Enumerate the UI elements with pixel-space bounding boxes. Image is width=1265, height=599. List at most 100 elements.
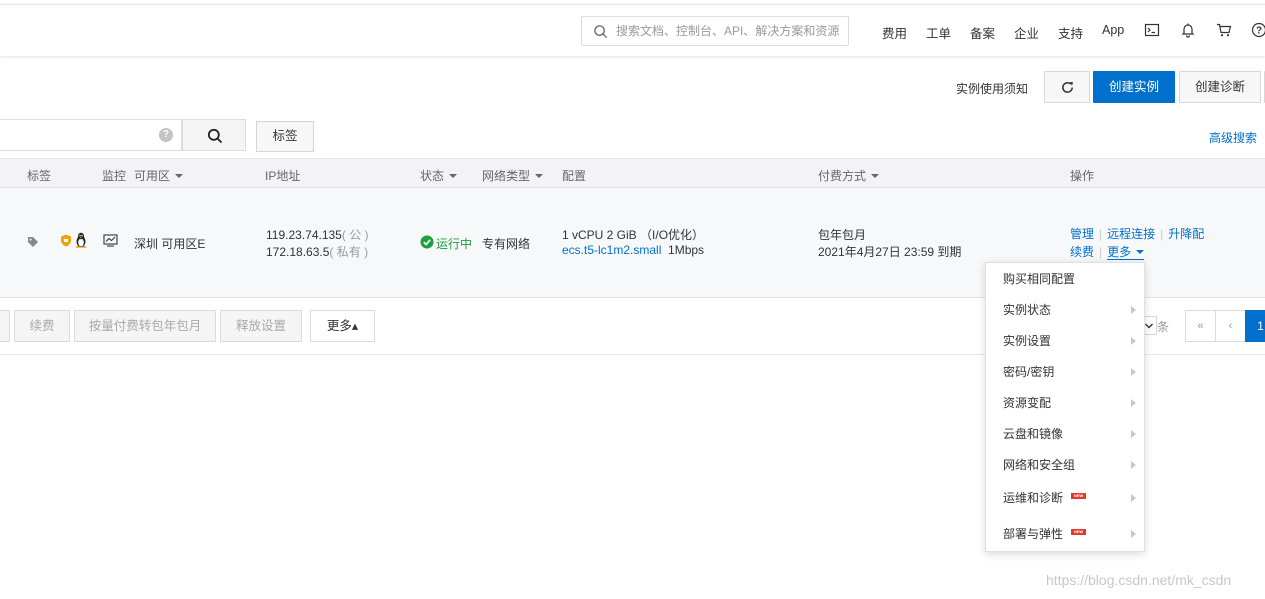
column-header-status[interactable]: 状态 [420, 167, 458, 184]
create-diagnosis-button[interactable]: 创建诊断 [1179, 71, 1261, 103]
help-icon[interactable]: ? [1251, 22, 1265, 38]
column-header-zone[interactable]: 可用区 [134, 167, 184, 184]
menu-item-password-key[interactable]: 密码/密钥 [986, 358, 1144, 386]
current-page-button[interactable]: 1 [1245, 310, 1265, 342]
bell-icon[interactable] [1180, 22, 1196, 38]
chevron-right-icon [1131, 461, 1136, 469]
row-actions-line2: 续费 | 更多 [1070, 243, 1145, 260]
instance-filter-input[interactable]: ? [0, 119, 182, 151]
watermark: https://blog.csdn.net/mk_csdn [1046, 572, 1232, 588]
separator: | [1160, 227, 1164, 241]
menu-item-deploy-elastic[interactable]: 部署与弹性 NEW [986, 520, 1144, 548]
advanced-search-link[interactable]: 高级搜索 [1209, 129, 1257, 146]
new-badge: NEW [1071, 529, 1087, 535]
config-spec: 1 vCPU 2 GiB （I/O优化） [562, 228, 705, 242]
chevron-right-icon [1131, 430, 1136, 438]
column-header-status-label: 状态 [420, 169, 445, 183]
column-header-ip: IP地址 [265, 169, 301, 183]
nav-link-enterprise[interactable]: 企业 [1014, 23, 1039, 42]
private-ip-value: 172.18.63.5 [266, 245, 330, 259]
menu-item-label: 网络和安全组 [1003, 458, 1076, 472]
chevron-right-icon [1131, 494, 1136, 502]
upgrade-link[interactable]: 升降配 [1168, 227, 1204, 241]
terminal-icon[interactable] [1144, 22, 1160, 38]
remote-connect-link[interactable]: 远程连接 [1107, 227, 1155, 241]
menu-item-label: 资源变配 [1003, 396, 1052, 410]
nav-link-billing[interactable]: 费用 [882, 23, 907, 42]
caret-down-icon [535, 174, 544, 178]
chevron-right-icon [1131, 337, 1136, 345]
separator: | [1099, 227, 1103, 241]
global-search[interactable] [581, 16, 849, 46]
menu-item-network-security[interactable]: 网络和安全组 [986, 451, 1144, 479]
create-instance-button[interactable]: 创建实例 [1093, 71, 1175, 103]
nav-link-support[interactable]: 支持 [1058, 23, 1083, 42]
more-actions-link[interactable]: 更多 [1107, 245, 1145, 260]
security-shield-icon[interactable] [60, 234, 72, 247]
menu-item-disk-image[interactable]: 云盘和镜像 [986, 420, 1144, 448]
more-actions-label: 更多 [1107, 245, 1132, 259]
public-ip: 119.23.74.135( 公 ) [266, 226, 369, 243]
tag-filter-button[interactable]: 标签 [256, 121, 314, 152]
bulk-action-partial-button[interactable] [0, 310, 10, 342]
menu-item-buy-same-config[interactable]: 购买相同配置 [986, 265, 1144, 293]
search-icon [207, 128, 223, 144]
row-actions-line1: 管理 | 远程连接 | 升降配 [1070, 225, 1204, 242]
bandwidth-value: 1Mbps [668, 243, 705, 257]
menu-item-label: 密码/密钥 [1003, 365, 1055, 379]
billing-type: 包年包月 [818, 228, 867, 242]
top-navbar: 费用 工单 备案 企业 支持 App ? [0, 4, 1265, 56]
instance-type-link[interactable]: ecs.t5-lc1m2.small [562, 243, 661, 257]
menu-item-label: 运维和诊断 [1003, 491, 1064, 505]
instance-usage-notice-link[interactable]: 实例使用须知 [956, 80, 1028, 97]
refresh-icon [1061, 81, 1073, 93]
refresh-button[interactable] [1044, 71, 1090, 103]
column-header-monitor: 监控 [102, 169, 127, 183]
tag-icon[interactable] [27, 236, 39, 248]
menu-item-ops-diagnosis[interactable]: 运维和诊断 NEW [986, 484, 1144, 512]
public-ip-value: 119.23.74.135 [266, 228, 342, 242]
svg-text:?: ? [1256, 26, 1262, 37]
global-search-input[interactable] [616, 22, 842, 40]
nav-link-ticket[interactable]: 工单 [926, 23, 951, 42]
private-ip-tag: ( 私有 ) [329, 245, 369, 259]
column-header-tag: 标签 [27, 169, 52, 183]
running-status-icon [420, 235, 434, 249]
network-type: 专有网络 [482, 237, 531, 251]
menu-item-resource-change[interactable]: 资源变配 [986, 389, 1144, 417]
column-header-billing[interactable]: 付费方式 [818, 167, 880, 184]
nav-link-app[interactable]: App [1102, 23, 1124, 37]
caret-down-icon [871, 174, 880, 178]
bulk-renew-button[interactable]: 续费 [14, 310, 70, 342]
config-type: ecs.t5-lc1m2.small 1Mbps [562, 243, 704, 257]
expire-date: 2021年4月27日 23:59 到期 [818, 245, 962, 259]
bulk-convert-billing-button[interactable]: 按量付费转包年包月 [74, 310, 216, 342]
column-header-network[interactable]: 网络类型 [482, 167, 544, 184]
manage-link[interactable]: 管理 [1070, 227, 1094, 241]
caret-down-icon [1136, 250, 1145, 254]
renew-link[interactable]: 续费 [1070, 245, 1094, 259]
private-ip: 172.18.63.5( 私有 ) [266, 243, 368, 260]
filter-search-button[interactable] [182, 119, 246, 151]
prev-page-button[interactable]: ‹ [1215, 310, 1246, 342]
column-header-ops: 操作 [1070, 169, 1095, 183]
linux-icon [75, 232, 87, 248]
chevron-right-icon [1131, 399, 1136, 407]
menu-item-instance-status[interactable]: 实例状态 [986, 296, 1144, 324]
page-size-unit: 条 [1157, 320, 1170, 334]
search-icon [594, 25, 608, 39]
monitor-chart-icon[interactable] [103, 234, 118, 247]
cart-icon[interactable] [1216, 22, 1232, 38]
column-header-billing-label: 付费方式 [818, 169, 867, 183]
new-badge: NEW [1071, 493, 1087, 499]
chevron-right-icon [1131, 368, 1136, 376]
separator: | [1099, 245, 1103, 259]
bulk-release-settings-button[interactable]: 释放设置 [220, 310, 302, 342]
column-header-config: 配置 [562, 169, 587, 183]
first-page-button[interactable]: « [1185, 310, 1216, 342]
menu-item-label: 实例状态 [1003, 303, 1052, 317]
menu-item-instance-settings[interactable]: 实例设置 [986, 327, 1144, 355]
help-circle-icon[interactable]: ? [159, 128, 173, 142]
bulk-more-button[interactable]: 更多▴ [310, 310, 375, 342]
nav-link-icp[interactable]: 备案 [970, 23, 995, 42]
